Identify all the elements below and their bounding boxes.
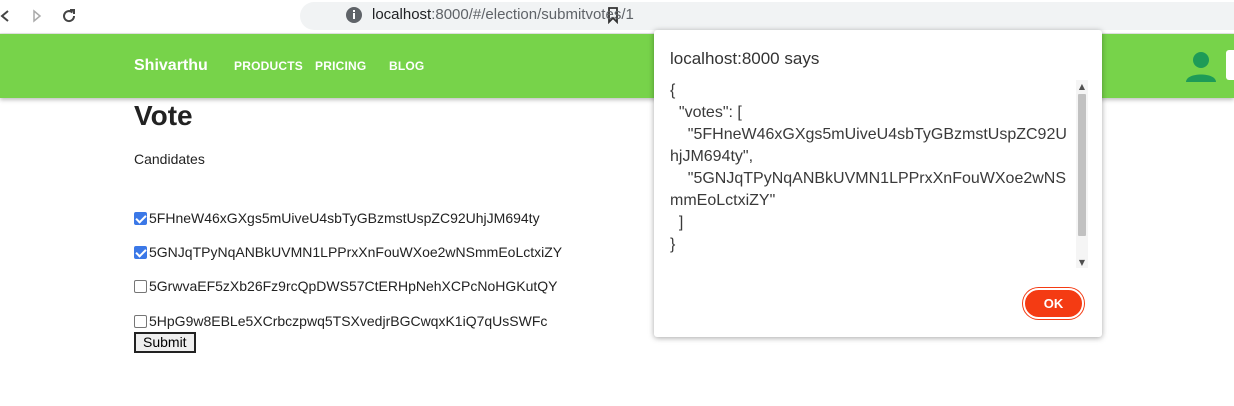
brand-logo[interactable]: Shivarthu — [134, 57, 208, 75]
candidate-option[interactable]: 5GrwvaEF5zXb26Fz9rcQpDWS57CtERHpNehXCPcN… — [134, 276, 557, 296]
dialog-scrollbar[interactable]: ▲ ▼ — [1076, 80, 1088, 268]
alert-dialog: localhost:8000 says { "votes": [ "5FHneW… — [654, 30, 1102, 337]
browser-toolbar: localhost:8000/#/election/submitvotes/1 — [0, 0, 1234, 34]
url-host: localhost — [372, 6, 432, 23]
submit-button[interactable]: Submit — [134, 332, 196, 353]
back-icon[interactable] — [0, 3, 18, 29]
candidates-label: Candidates — [134, 151, 205, 167]
candidate-label: 5FHneW46xGXgs5mUiveU4sbTyGBzmstUspZC92Uh… — [149, 210, 540, 226]
page-title: Vote — [134, 100, 193, 131]
candidate-label: 5GNJqTPyNqANBkUVMN1LPPrxXnFouWXoe2wNSmmE… — [149, 244, 563, 260]
nav-link-pricing[interactable]: PRICING — [315, 59, 366, 73]
dialog-message-area: { "votes": [ "5FHneW46xGXgs5mUiveU4sbTyG… — [670, 80, 1088, 268]
dialog-title: localhost:8000 says — [670, 49, 820, 68]
search-box[interactable] — [1226, 50, 1234, 80]
candidate-label: 5HpG9w8EBLe5XCrbczpwq5TSXvedjrBGCwqxK1iQ… — [149, 313, 548, 329]
candidate-option[interactable]: 5GNJqTPyNqANBkUVMN1LPPrxXnFouWXoe2wNSmmE… — [134, 242, 562, 262]
candidate-checkbox[interactable] — [134, 279, 147, 293]
candidate-checkbox[interactable] — [134, 314, 147, 328]
candidate-option[interactable]: 5FHneW46xGXgs5mUiveU4sbTyGBzmstUspZC92Uh… — [134, 208, 540, 228]
reload-icon[interactable] — [56, 3, 82, 29]
candidate-checkbox[interactable] — [134, 245, 147, 259]
user-icon[interactable] — [1184, 50, 1218, 88]
url-path: :8000/#/election/submitvotes/1 — [431, 6, 634, 23]
forward-icon[interactable] — [24, 3, 50, 29]
candidate-option[interactable]: 5HpG9w8EBLe5XCrbczpwq5TSXvedjrBGCwqxK1iQ… — [134, 311, 547, 331]
scroll-up-icon[interactable]: ▲ — [1076, 80, 1088, 92]
url-text[interactable]: localhost:8000/#/election/submitvotes/1 — [372, 6, 634, 23]
scroll-thumb[interactable] — [1078, 94, 1086, 236]
scroll-down-icon[interactable]: ▼ — [1076, 256, 1088, 268]
nav-link-blog[interactable]: BLOG — [389, 59, 424, 73]
ok-button[interactable]: OK — [1023, 288, 1084, 319]
site-info-icon[interactable] — [345, 6, 363, 24]
candidate-label: 5GrwvaEF5zXb26Fz9rcQpDWS57CtERHpNehXCPcN… — [149, 278, 558, 294]
candidate-checkbox[interactable] — [134, 211, 147, 225]
dialog-message: { "votes": [ "5FHneW46xGXgs5mUiveU4sbTyG… — [670, 82, 1067, 253]
nav-link-products[interactable]: PRODUCTS — [234, 59, 303, 73]
